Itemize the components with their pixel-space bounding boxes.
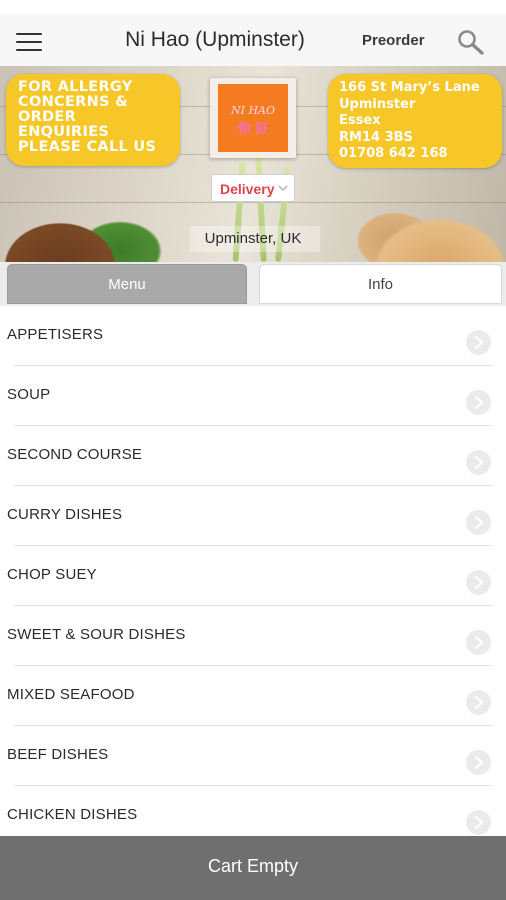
chevron-right-icon[interactable] — [466, 510, 491, 535]
chevron-right-icon[interactable] — [466, 330, 491, 355]
chevron-right-icon[interactable] — [466, 810, 491, 835]
menu-category-label: APPETISERS — [7, 326, 104, 343]
restaurant-banner: FOR ALLERGY CONCERNS & ORDER ENQUIRIES P… — [0, 66, 506, 262]
menu-category-label: CHOP SUEY — [7, 566, 97, 583]
menu-category-beef-dishes[interactable]: BEEF DISHES — [0, 726, 506, 786]
menu-category-chop-suey[interactable]: CHOP SUEY — [0, 546, 506, 606]
restaurant-logo-frame: NI HAO 你 好 — [210, 78, 296, 158]
cart-bar[interactable]: Cart Empty — [0, 836, 506, 900]
cart-status-label: Cart Empty — [207, 856, 299, 876]
menu-category-soup[interactable]: SOUP — [0, 366, 506, 426]
menu-category-label: CHICKEN DISHES — [7, 806, 138, 823]
menu-category-list: APPETISERS SOUP SECOND COURSE CURRY DISH… — [0, 306, 506, 846]
preorder-button[interactable]: Preorder — [362, 32, 425, 49]
menu-category-label: SECOND COURSE — [7, 446, 143, 463]
tab-info[interactable]: Info — [259, 264, 502, 304]
allergy-notice-card: FOR ALLERGY CONCERNS & ORDER ENQUIRIES P… — [6, 74, 180, 166]
menu-category-curry-dishes[interactable]: CURRY DISHES — [0, 486, 506, 546]
allergy-notice-text: FOR ALLERGY CONCERNS & ORDER ENQUIRIES P… — [18, 79, 157, 155]
address-text: 166 St Mary’s Lane Upminster Essex RM14 … — [339, 80, 480, 161]
restaurant-title: Ni Hao (Upminster) — [125, 28, 305, 51]
app-header: Ni Hao (Upminster) Preorder — [0, 14, 506, 67]
tab-menu[interactable]: Menu — [7, 264, 247, 304]
hamburger-icon[interactable] — [16, 33, 42, 51]
chevron-right-icon[interactable] — [466, 570, 491, 595]
location-text: Upminster, UK — [204, 230, 302, 247]
menu-category-label: MIXED SEAFOOD — [7, 686, 135, 703]
menu-category-label: CURRY DISHES — [7, 506, 123, 523]
menu-category-sweet-sour[interactable]: SWEET & SOUR DISHES — [0, 606, 506, 666]
menu-category-label: SOUP — [7, 386, 51, 403]
menu-category-mixed-seafood[interactable]: MIXED SEAFOOD — [0, 666, 506, 726]
menu-category-appetisers[interactable]: APPETISERS — [0, 306, 506, 366]
order-type-label: Delivery — [220, 181, 275, 197]
order-type-select[interactable]: Delivery — [211, 174, 295, 202]
menu-category-label: BEEF DISHES — [7, 746, 109, 763]
chevron-right-icon[interactable] — [466, 690, 491, 715]
menu-category-label: SWEET & SOUR DISHES — [7, 626, 186, 643]
restaurant-logo: NI HAO 你 好 — [218, 84, 288, 152]
tab-bar: Menu Info — [0, 262, 506, 306]
chevron-down-icon — [278, 185, 288, 191]
chevron-right-icon[interactable] — [466, 450, 491, 475]
menu-category-second-course[interactable]: SECOND COURSE — [0, 426, 506, 486]
address-card: 166 St Mary’s Lane Upminster Essex RM14 … — [328, 74, 502, 168]
status-strip — [0, 0, 506, 14]
chevron-right-icon[interactable] — [466, 630, 491, 655]
chevron-right-icon[interactable] — [466, 390, 491, 415]
search-icon[interactable] — [456, 28, 486, 56]
chevron-right-icon[interactable] — [466, 750, 491, 775]
